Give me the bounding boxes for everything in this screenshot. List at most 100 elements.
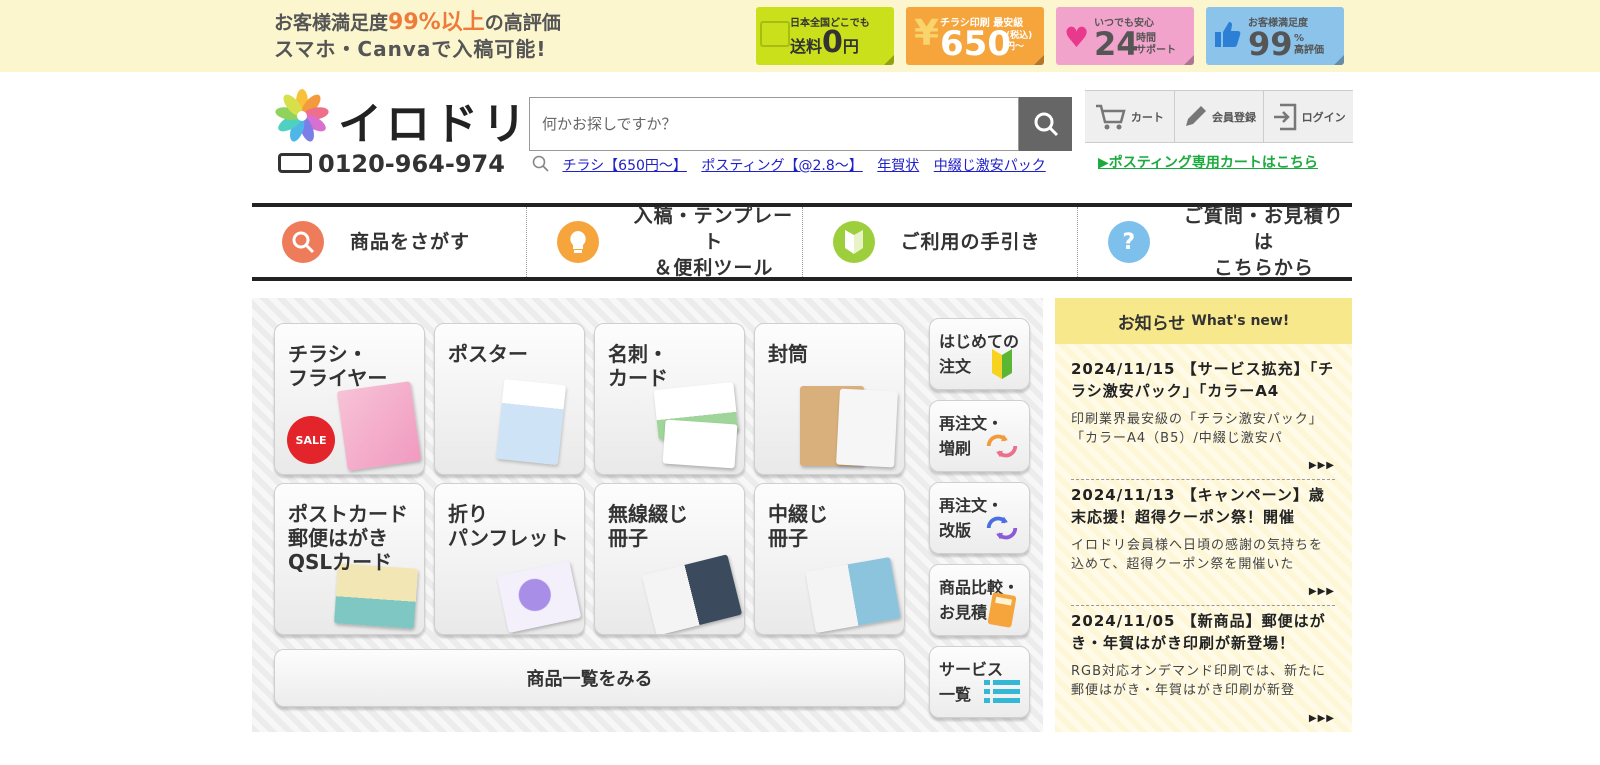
- news-item[interactable]: 2024/11/05 【新商品】郵便はがき・年賀はがき印刷が新登場！ RGB対応…: [1071, 610, 1335, 732]
- beginner-mark-icon: [832, 221, 875, 263]
- product-tile-flyer[interactable]: チラシ・ フライヤー SALE: [274, 323, 425, 475]
- product-tile-perfect-bound[interactable]: 無線綴じ 冊子: [594, 483, 745, 635]
- news-title[interactable]: 2024/11/13 【キャンペーン】歳末応援！超得クーポン祭！開催: [1071, 484, 1335, 528]
- logo-text[interactable]: イロドリ: [338, 88, 530, 152]
- news-item[interactable]: 2024/11/13 【キャンペーン】歳末応援！超得クーポン祭！開催 イロドリ会…: [1071, 484, 1335, 606]
- badge-value: 24: [1094, 25, 1139, 63]
- product-tile-saddle-stitch[interactable]: 中綴じ 冊子: [754, 483, 905, 635]
- reorder-reprint-button[interactable]: 再注文・ 増刷: [929, 400, 1030, 472]
- tile-title: チラシ・ フライヤー: [288, 342, 388, 390]
- badge-value: 650: [940, 24, 1011, 64]
- nav-user-guide[interactable]: ご利用の手引き: [803, 207, 1078, 277]
- quick-link-posting[interactable]: ポスティング【@2.8〜】: [701, 158, 862, 174]
- tile-title: 無線綴じ 冊子: [608, 502, 688, 550]
- tile-title: 折り パンフレット: [448, 502, 569, 550]
- news-body: RGB対応オンデマンド印刷では、新たに郵便はがき・年賀はがき印刷が新登: [1071, 664, 1327, 698]
- poster-thumbnail: [495, 378, 567, 466]
- cart-button[interactable]: カート: [1085, 91, 1175, 142]
- price-badge[interactable]: ¥ チラシ印刷 最安級 650 (税込) 円〜: [906, 7, 1044, 65]
- nav-faq-estimate[interactable]: ? ご質問・お見積りは こちらから: [1078, 205, 1352, 279]
- main-nav: 商品をさがす 入稿・テンプレート ＆便利ツール ご利用の手引き ? ご質問・お見積…: [252, 203, 1352, 281]
- quick-links: チラシ【650円〜】 ポスティング【@2.8〜】 年賀状 中綴じ激安パック: [532, 155, 1056, 177]
- register-button[interactable]: 会員登録: [1175, 91, 1265, 142]
- pencil-icon: [1186, 105, 1206, 126]
- sale-badge: SALE: [287, 416, 335, 464]
- booklet-thumbnail: [805, 557, 901, 633]
- news-body: イロドリ会員様へ日頃の感謝の気持ちを込めて、超得クーポン祭を開催いた: [1071, 538, 1324, 572]
- tagline: お客様満足度99%以上の高評価 スマホ・Canvaで入稿可能!: [274, 10, 561, 62]
- service-list-button[interactable]: サービス 一覧: [929, 646, 1030, 718]
- pamphlet-thumbnail: [496, 560, 582, 634]
- search-button[interactable]: [1019, 97, 1072, 151]
- free-dial-icon: [278, 153, 312, 173]
- product-tile-envelope[interactable]: 封筒: [754, 323, 905, 475]
- quick-link-flyer[interactable]: チラシ【650円〜】: [562, 158, 686, 174]
- login-button[interactable]: ログイン: [1264, 91, 1353, 142]
- quick-link-nenga[interactable]: 年賀状: [877, 158, 919, 174]
- search-icon: [532, 155, 550, 177]
- quick-link-booklet-pack[interactable]: 中綴じ激安パック: [934, 158, 1046, 174]
- search-box: [529, 97, 1019, 151]
- login-icon: [1273, 103, 1296, 130]
- flyer-thumbnail: [336, 381, 422, 471]
- news-more-arrow[interactable]: ▶▶▶: [1309, 460, 1335, 471]
- tile-title: ポスター: [448, 342, 528, 366]
- news-body: 印刷業界最安級の「チラシ激安パック」「カラーA4（B5）/中綴じ激安パ: [1071, 412, 1323, 446]
- tagline-highlight: 99%以上: [388, 10, 485, 35]
- nav-label: ご利用の手引き: [900, 231, 1041, 253]
- posting-cart-link[interactable]: ▶ポスティング専用カートはこちら: [1098, 152, 1318, 172]
- yen-icon: ¥: [914, 13, 940, 54]
- news-more-arrow[interactable]: ▶▶▶: [1309, 586, 1335, 597]
- news-more-arrow[interactable]: ▶▶▶: [1309, 713, 1335, 724]
- tile-title: 封筒: [768, 342, 808, 366]
- nav-label: 入稿・テンプレート ＆便利ツール: [633, 205, 794, 279]
- lightbulb-icon: [557, 221, 600, 263]
- product-tile-pamphlet[interactable]: 折り パンフレット: [434, 483, 585, 635]
- news-title[interactable]: 2024/11/05 【新商品】郵便はがき・年賀はがき印刷が新登場！: [1071, 610, 1335, 654]
- nav-templates-tools[interactable]: 入稿・テンプレート ＆便利ツール: [527, 205, 803, 279]
- calculator-icon: [983, 592, 1021, 628]
- tile-title: 名刺・ カード: [608, 342, 668, 390]
- badge-value: 送料0円: [790, 25, 859, 60]
- nav-find-products[interactable]: 商品をさがす: [252, 207, 528, 277]
- booklet-thumbnail: [641, 554, 743, 634]
- product-tile-poster[interactable]: ポスター: [434, 323, 585, 475]
- envelope-thumbnail: [836, 388, 898, 468]
- search-icon: [1034, 112, 1058, 137]
- refresh-icon: [983, 429, 1021, 463]
- all-products-button[interactable]: 商品一覧をみる: [274, 649, 905, 707]
- badge-unit: (税込) 円〜: [1006, 31, 1033, 52]
- rating-badge[interactable]: お客様満足度 99 % 高評価: [1206, 7, 1344, 65]
- news-item[interactable]: 2024/11/15 【サービス拡充】「チラシ激安パック」「カラーA4 印刷業界…: [1071, 358, 1335, 480]
- tagline-pre: お客様満足度: [274, 12, 389, 34]
- list-icon: [983, 675, 1021, 709]
- badge-unit: 時間 サポート: [1136, 33, 1176, 56]
- search-icon: [282, 221, 324, 263]
- news-title[interactable]: 2024/11/15 【サービス拡充】「チラシ激安パック」「カラーA4: [1071, 358, 1335, 402]
- free-shipping-badge[interactable]: 日本全国どこでも 送料0円: [756, 7, 894, 65]
- beginner-mark-icon: [983, 347, 1021, 381]
- header-actions: カート 会員登録 ログイン: [1085, 90, 1353, 143]
- phone-number: 0120-964-974: [278, 150, 505, 178]
- heart-icon: ♥: [1064, 21, 1090, 54]
- product-tile-business-card[interactable]: 名刺・ カード: [594, 323, 745, 475]
- reorder-revise-button[interactable]: 再注文・ 改版: [929, 482, 1030, 554]
- tile-title: ポストカード 郵便はがき QSLカード: [288, 502, 408, 574]
- refresh-icon: [983, 511, 1021, 545]
- support-badge[interactable]: ♥ いつでも安心 24 時間 サポート: [1056, 7, 1194, 65]
- truck-icon: [760, 21, 790, 47]
- first-order-button[interactable]: はじめての 注文: [929, 318, 1030, 390]
- card-thumbnail: [662, 419, 738, 469]
- question-icon: ?: [1107, 221, 1150, 263]
- logo-flower-icon[interactable]: [274, 88, 330, 144]
- top-banner: お客様満足度99%以上の高評価 スマホ・Canvaで入稿可能! 日本全国どこでも…: [0, 0, 1600, 72]
- tile-title: 中綴じ 冊子: [768, 502, 828, 550]
- badge-unit: % 高評価: [1294, 33, 1324, 56]
- thumbs-up-icon: [1212, 19, 1242, 56]
- search-input[interactable]: [530, 98, 1018, 150]
- product-tile-postcard[interactable]: ポストカード 郵便はがき QSLカード: [274, 483, 425, 635]
- cart-icon: [1095, 104, 1126, 129]
- nav-label: ご質問・お見積りは こちらから: [1183, 205, 1344, 279]
- tagline-canva: スマホ・Canvaで入稿可能!: [274, 37, 547, 61]
- compare-estimate-button[interactable]: 商品比較・ お見積: [929, 564, 1030, 636]
